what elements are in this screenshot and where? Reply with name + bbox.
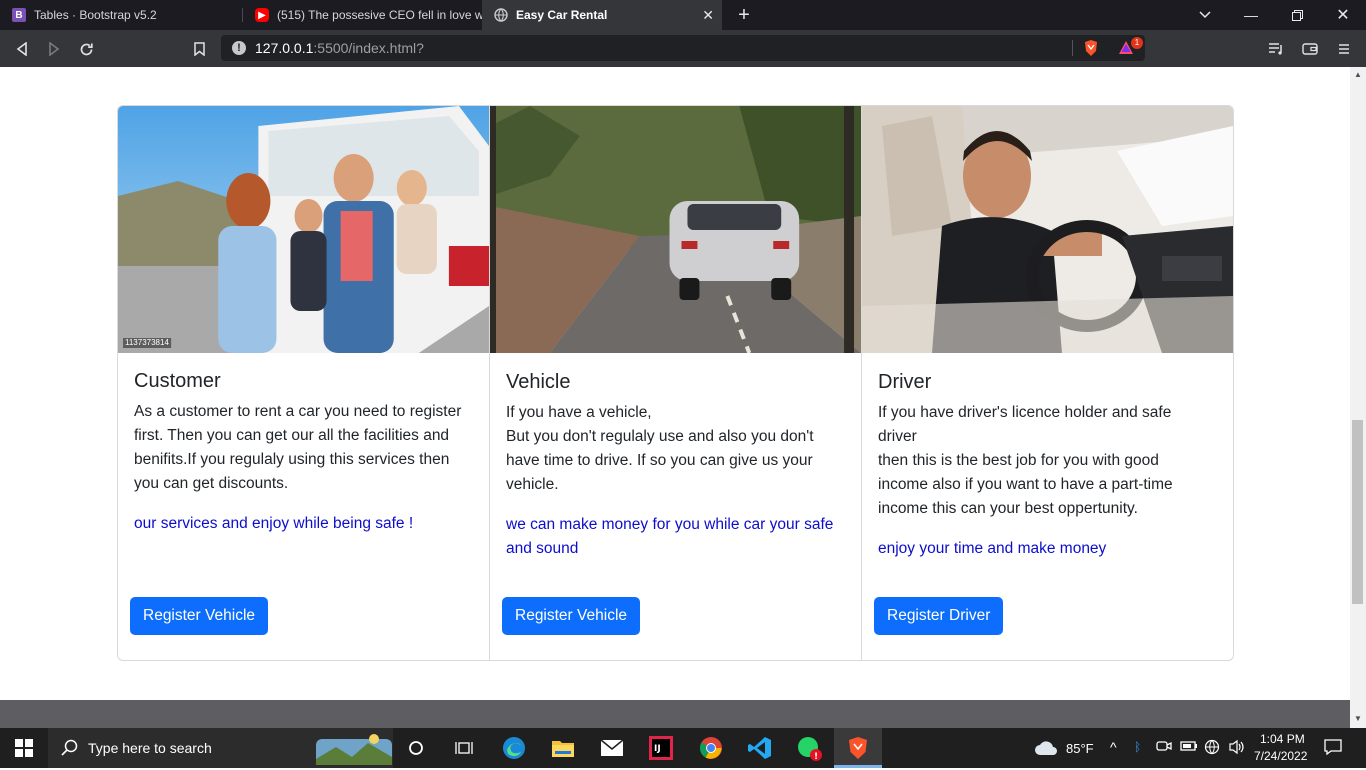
windows-start-icon[interactable] — [10, 734, 38, 762]
register-driver-button[interactable]: Register Driver — [874, 597, 1004, 635]
urlbar-divider — [1072, 40, 1073, 56]
youtube-icon: ▶ — [255, 8, 269, 22]
minimize-button[interactable]: — — [1228, 0, 1274, 30]
tab-easy-car-rental[interactable]: Easy Car Rental ✕ — [482, 0, 722, 30]
wallet-icon[interactable] — [1299, 38, 1321, 60]
reload-icon[interactable] — [75, 38, 97, 60]
weather-cloud-icon[interactable] — [1032, 734, 1060, 762]
scroll-down-arrow-icon[interactable]: ▼ — [1354, 714, 1362, 723]
cortana-icon[interactable] — [402, 734, 430, 762]
bookmark-icon[interactable] — [188, 38, 210, 60]
clock-date[interactable]: 7/24/2022 — [1254, 749, 1307, 763]
tab-title: Tables · Bootstrap v5.2 — [34, 8, 157, 22]
close-window-button[interactable]: ✕ — [1320, 0, 1366, 30]
bootstrap-icon: B — [12, 8, 26, 22]
taskbar-search-box[interactable]: Type here to search — [48, 728, 393, 768]
address-bar[interactable]: ! 127.0.0.1:5500/index.html? 1 — [221, 35, 1145, 61]
restore-button[interactable] — [1274, 0, 1320, 30]
customer-family-image: 1137373814 — [118, 106, 489, 353]
card-text-line: then this is the best job for you with g… — [878, 452, 1173, 517]
card-text-line: But you don't regulaly use and also you … — [506, 428, 814, 493]
task-view-icon[interactable] — [450, 734, 478, 762]
battery-icon[interactable] — [1180, 740, 1198, 755]
page-viewport: 1137373814 Customer As a customer to ren… — [0, 67, 1350, 700]
search-placeholder: Type here to search — [88, 740, 212, 756]
notification-center-icon[interactable] — [1324, 739, 1342, 758]
file-explorer-icon[interactable] — [549, 734, 577, 762]
windows-taskbar: Type here to search IJ ! 85°F ^ ᛒ 1:04 P… — [0, 728, 1366, 768]
card-text-line: If you have driver's licence holder and … — [878, 404, 1172, 445]
svg-text:IJ: IJ — [654, 744, 661, 754]
intellij-icon[interactable]: IJ — [647, 734, 675, 762]
card-link-text[interactable]: enjoy your time and make money — [878, 537, 1223, 561]
tab-title: Easy Car Rental — [516, 8, 608, 22]
vertical-scrollbar[interactable]: ▲ ▼ — [1350, 67, 1366, 728]
chrome-icon[interactable] — [697, 734, 725, 762]
mail-icon[interactable] — [598, 734, 626, 762]
show-hidden-icons-chevron-icon[interactable]: ^ — [1110, 739, 1117, 755]
card-text-line: If you have a vehicle, — [506, 404, 652, 421]
search-highlight-illustration-icon — [316, 731, 392, 770]
card-title: Driver — [878, 371, 932, 393]
image-stock-number: 1137373814 — [125, 338, 169, 347]
browser-tab-bar: B Tables · Bootstrap v5.2 ▶ (515) The po… — [0, 0, 1366, 30]
vehicle-card: Vehicle If you have a vehicle, But you d… — [490, 106, 862, 660]
weather-temperature[interactable]: 85°F — [1066, 741, 1094, 756]
card-link-text[interactable]: we can make money for you while car your… — [506, 513, 851, 561]
rewards-badge: 1 — [1131, 37, 1143, 49]
driver-card: Driver If you have driver's licence hold… — [862, 106, 1233, 660]
card-text: If you have a vehicle, But you don't reg… — [506, 401, 846, 497]
card-title: Customer — [134, 370, 221, 392]
tab-title: (515) The possesive CEO fell in love wi — [277, 8, 482, 22]
url-path: :5500/index.html? — [313, 40, 424, 56]
menu-icon[interactable] — [1333, 38, 1355, 60]
register-vehicle-button[interactable]: Register Vehicle — [502, 597, 641, 635]
tab-search-chevron-icon[interactable] — [1182, 0, 1228, 30]
globe-icon — [494, 8, 508, 22]
driver-car-interior-image — [862, 106, 1233, 353]
card-title: Vehicle — [506, 371, 571, 393]
card-link-text[interactable]: our services and enjoy while being safe … — [134, 512, 479, 536]
info-icon[interactable]: ! — [232, 41, 246, 55]
vehicle-road-image — [490, 106, 861, 353]
bluetooth-icon[interactable]: ᛒ — [1134, 740, 1141, 754]
card-text-line: As a customer to rent a car you need to … — [134, 403, 462, 492]
network-globe-icon[interactable] — [1204, 739, 1220, 758]
edge-icon[interactable] — [500, 734, 528, 762]
clock-time[interactable]: 1:04 PM — [1260, 732, 1305, 746]
brave-icon[interactable] — [844, 734, 872, 762]
svg-text:!: ! — [814, 752, 818, 761]
vscode-icon[interactable] — [746, 734, 774, 762]
tab-youtube[interactable]: ▶ (515) The possesive CEO fell in love w… — [243, 0, 482, 30]
card-text: As a customer to rent a car you need to … — [134, 400, 474, 496]
page-footer — [0, 700, 1350, 728]
back-icon[interactable] — [11, 38, 33, 60]
forward-icon[interactable] — [43, 38, 65, 60]
whatsapp-icon[interactable]: ! — [795, 734, 823, 762]
customer-card: 1137373814 Customer As a customer to ren… — [118, 106, 490, 660]
search-icon — [61, 739, 78, 761]
register-vehicle-button[interactable]: Register Vehicle — [130, 597, 269, 635]
playlist-icon[interactable] — [1265, 38, 1287, 60]
scrollbar-thumb[interactable] — [1352, 420, 1363, 604]
tab-bootstrap-tables[interactable]: B Tables · Bootstrap v5.2 — [0, 0, 242, 30]
url-host: 127.0.0.1 — [255, 40, 314, 56]
card-group: 1137373814 Customer As a customer to ren… — [117, 105, 1234, 661]
brave-shields-icon[interactable] — [1083, 39, 1099, 62]
scroll-up-arrow-icon[interactable]: ▲ — [1354, 70, 1362, 79]
new-tab-button[interactable]: + — [721, 0, 767, 30]
close-tab-icon[interactable]: ✕ — [702, 7, 714, 24]
card-text: If you have driver's licence holder and … — [878, 401, 1208, 521]
volume-icon[interactable] — [1228, 739, 1246, 758]
meet-now-icon[interactable] — [1156, 739, 1172, 756]
url-text: 127.0.0.1:5500/index.html? — [255, 40, 424, 56]
